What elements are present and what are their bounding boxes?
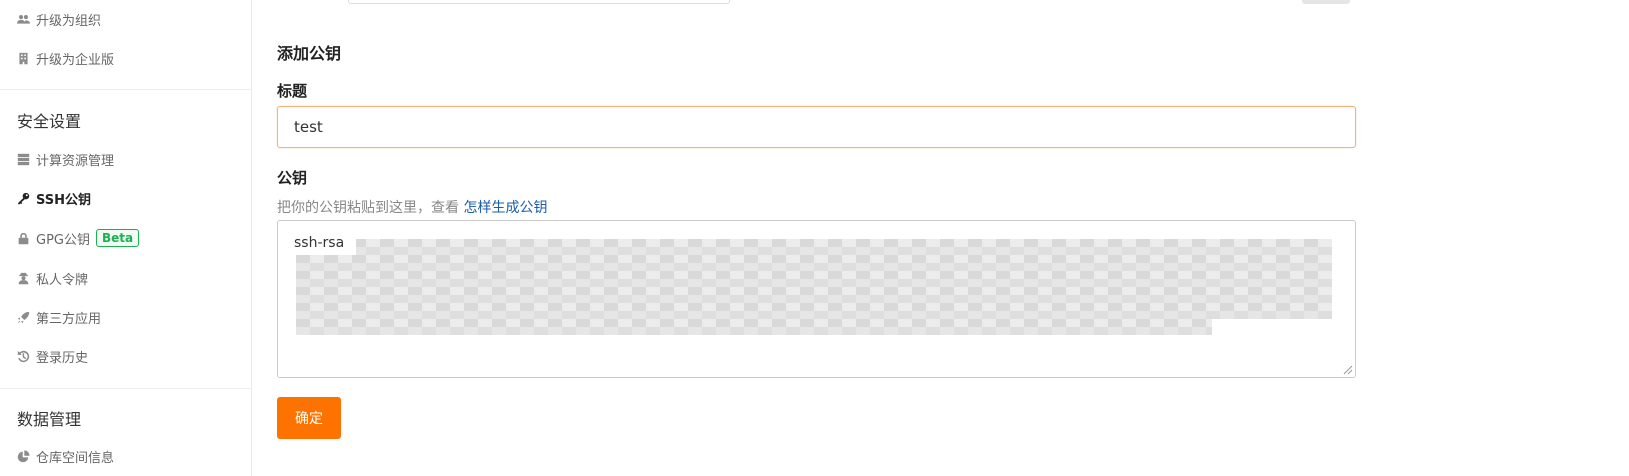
server-icon: [16, 152, 30, 166]
building-icon: [16, 51, 30, 65]
lock-icon: [16, 231, 30, 245]
sidebar-item-gpg-keys[interactable]: GPG公钥 Beta: [16, 225, 140, 251]
page-title: 添加公钥: [277, 44, 342, 63]
sidebar-item-upgrade-enterprise[interactable]: 升级为企业版: [16, 45, 114, 71]
sidebar-item-label: 第三方应用: [36, 311, 102, 327]
sidebar-item-compute-resources[interactable]: 计算资源管理: [16, 146, 114, 172]
how-to-generate-key-link[interactable]: 怎样生成公钥: [463, 200, 547, 216]
title-label: 标题: [277, 82, 308, 100]
sidebar: 升级为组织 升级为企业版 安全设置 计算资源管理 SSH公钥 GPG公钥 Bet…: [0, 0, 252, 476]
rocket-icon: [16, 310, 30, 324]
user-secret-icon: [16, 271, 30, 285]
sidebar-item-label: 计算资源管理: [36, 153, 115, 169]
submit-button[interactable]: 确定: [277, 397, 341, 439]
key-hint: 把你的公钥粘贴到这里，查看 怎样生成公钥: [277, 197, 547, 217]
users-icon: [16, 12, 30, 26]
divider: [0, 388, 251, 389]
redacted-key-content: [296, 239, 1332, 335]
sidebar-item-login-history[interactable]: 登录历史: [16, 343, 88, 369]
key-icon: [16, 191, 30, 205]
resize-handle-icon[interactable]: [1343, 365, 1353, 375]
divider: [0, 89, 251, 90]
key-label: 公钥: [277, 169, 308, 187]
data-section-title: 数据管理: [17, 410, 82, 429]
sidebar-item-private-tokens[interactable]: 私人令牌: [16, 265, 88, 291]
security-section-title: 安全设置: [17, 112, 82, 131]
sidebar-item-label: 升级为企业版: [36, 52, 115, 68]
sidebar-item-label: SSH公钥: [36, 192, 92, 208]
sidebar-item-label: GPG公钥: [36, 232, 90, 248]
cutoff-button[interactable]: [1302, 0, 1350, 4]
beta-badge: Beta: [96, 229, 140, 247]
cutoff-input[interactable]: [348, 0, 730, 4]
title-input[interactable]: [277, 106, 1356, 148]
pie-chart-icon: [16, 449, 30, 463]
sidebar-item-label: 登录历史: [36, 350, 89, 366]
sidebar-item-ssh-keys[interactable]: SSH公钥: [16, 185, 91, 211]
hint-text: 把你的公钥粘贴到这里，查看: [277, 200, 464, 216]
sidebar-item-upgrade-org[interactable]: 升级为组织: [16, 6, 101, 32]
sidebar-item-repo-space[interactable]: 仓库空间信息: [16, 443, 114, 469]
sidebar-item-label: 升级为组织: [36, 13, 102, 29]
sidebar-item-label: 仓库空间信息: [36, 450, 115, 466]
sidebar-item-label: 私人令牌: [36, 272, 89, 288]
sidebar-item-third-party-apps[interactable]: 第三方应用: [16, 304, 101, 330]
history-icon: [16, 349, 30, 363]
public-key-textarea[interactable]: ssh-rsa: [277, 220, 1356, 378]
